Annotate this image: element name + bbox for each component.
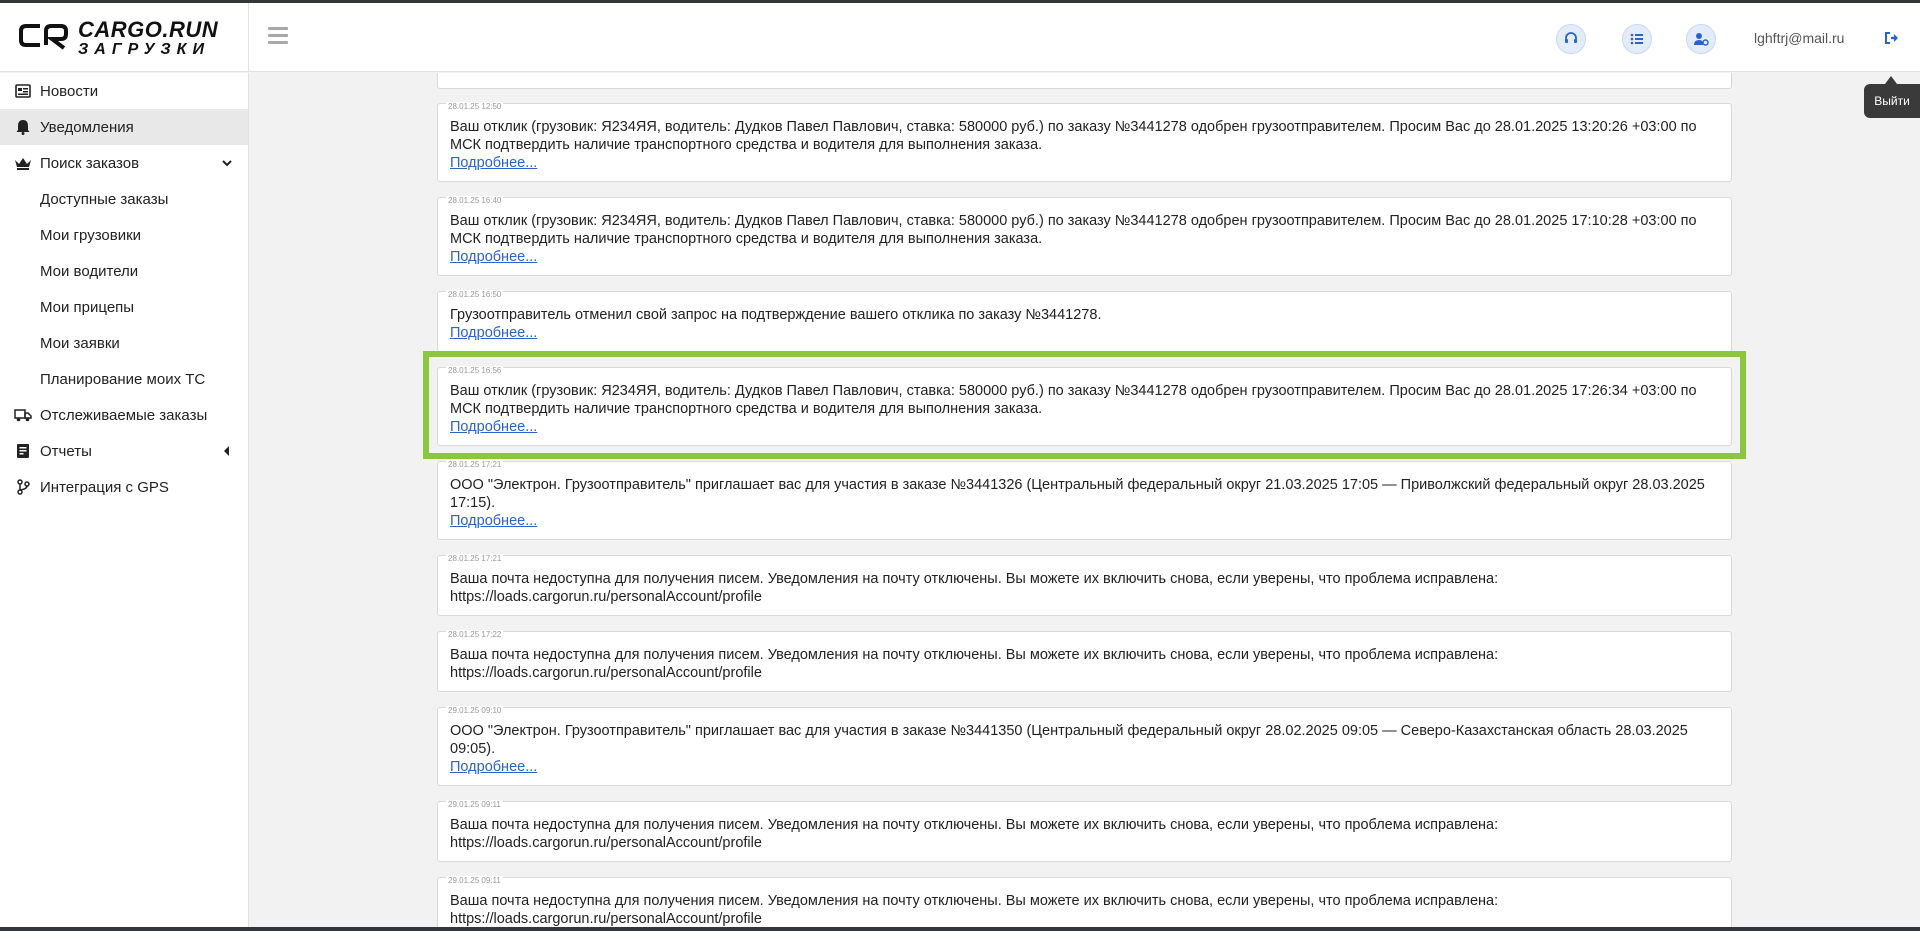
notification-text: Ваша почта недоступна для получения писе…	[450, 893, 1499, 927]
details-link[interactable]: Подробнее...	[450, 154, 537, 172]
crown-icon	[14, 154, 32, 172]
support-icon[interactable]	[1556, 24, 1586, 54]
notification-card: 28.01.25 16:40 Ваш отклик (грузовик: Я23…	[437, 196, 1732, 276]
list-icon[interactable]	[1622, 24, 1652, 54]
notification-text: Ваша почта недоступна для получения писе…	[450, 817, 1499, 851]
sidebar-item-notifications[interactable]: Уведомления	[0, 109, 248, 145]
notification-card: 28.01.25 17:22 Ваша почта недоступна для…	[437, 630, 1732, 692]
notification-timestamp: 28.01.25 16:56	[446, 366, 504, 375]
notification-card: 28.01.25 16:50 Грузоотправитель отменил …	[437, 290, 1732, 352]
notification-timestamp: 28.01.25 16:50	[446, 290, 504, 299]
logo-subtitle: ЗАГРУЗКИ	[78, 40, 210, 58]
chevron-left-icon	[220, 444, 234, 458]
notification-text: Ваш отклик (грузовик: Я234ЯЯ, водитель: …	[450, 119, 1697, 153]
sidebar-item-my-drivers[interactable]: Мои водители	[0, 253, 248, 289]
bell-icon	[14, 118, 32, 136]
logo-mark-icon	[18, 20, 70, 56]
sidebar-item-label: Новости	[40, 82, 99, 100]
sidebar-item-label: Отчеты	[40, 442, 92, 460]
truck-icon	[14, 406, 32, 424]
notifications-feed: 28.01.25 12:50 Ваш отклик (грузовик: Я23…	[250, 73, 1920, 931]
details-link[interactable]: Подробнее...	[450, 512, 537, 530]
notification-text: ООО "Электрон. Грузоотправитель" приглаш…	[450, 477, 1705, 511]
notification-card-highlighted: 28.01.25 16:56 Ваш отклик (грузовик: Я23…	[437, 366, 1732, 446]
details-link[interactable]: Подробнее...	[450, 758, 537, 776]
notification-text: Ваша почта недоступна для получения писе…	[450, 571, 1499, 605]
sidebar-item-available-orders[interactable]: Доступные заказы	[0, 181, 248, 217]
bottom-border	[0, 927, 1920, 931]
notification-card: 28.01.25 17:21 Ваша почта недоступна для…	[437, 554, 1732, 616]
sidebar-item-news[interactable]: Новости	[0, 73, 248, 109]
details-link[interactable]: Подробнее...	[450, 324, 537, 342]
header: CARGO.RUN ЗАГРУЗКИ lghftrj@mail.ru	[0, 3, 1920, 72]
sidebar-item-tracked-orders[interactable]: Отслеживаемые заказы	[0, 397, 248, 433]
chevron-down-icon	[220, 156, 234, 170]
notification-timestamp: 29.01.25 09:11	[446, 800, 503, 809]
sidebar-item-my-trailers[interactable]: Мои прицепы	[0, 289, 248, 325]
user-email[interactable]: lghftrj@mail.ru	[1754, 30, 1844, 46]
notification-text: Грузоотправитель отменил свой запрос на …	[450, 307, 1102, 323]
notification-timestamp: 28.01.25 12:50	[446, 102, 504, 111]
sidebar-item-gps-integration[interactable]: Интеграция с GPS	[0, 469, 248, 505]
user-settings-icon[interactable]	[1686, 24, 1716, 54]
notification-card: 29.01.25 09:11 Ваша почта недоступна для…	[437, 800, 1732, 862]
logo-title: CARGO.RUN	[78, 16, 219, 42]
notification-timestamp: 28.01.25 17:22	[446, 630, 504, 639]
notification-text: ООО "Электрон. Грузоотправитель" приглаш…	[450, 723, 1688, 757]
notification-timestamp: 29.01.25 09:10	[446, 706, 504, 715]
logout-icon[interactable]	[1882, 28, 1902, 48]
sidebar: Новости Уведомления Поиск заказов Доступ…	[0, 73, 249, 931]
sidebar-item-label: Интеграция с GPS	[40, 478, 169, 496]
sidebar-item-reports[interactable]: Отчеты	[0, 433, 248, 469]
notification-card: 29.01.25 09:11 Ваша почта недоступна для…	[437, 876, 1732, 931]
notification-text: Ваш отклик (грузовик: Я234ЯЯ, водитель: …	[450, 383, 1697, 417]
details-link[interactable]: Подробнее...	[450, 418, 537, 436]
notification-text: Ваш отклик (грузовик: Я234ЯЯ, водитель: …	[450, 213, 1697, 247]
sidebar-item-label: Поиск заказов	[40, 154, 140, 172]
notification-timestamp: 28.01.25 16:40	[446, 196, 504, 205]
branch-icon	[14, 478, 32, 496]
notification-text: Ваша почта недоступна для получения писе…	[450, 647, 1499, 681]
notification-card: 28.01.25 17:21 ООО "Электрон. Грузоотпра…	[437, 460, 1732, 540]
notification-timestamp: 28.01.25 17:21	[446, 460, 504, 469]
notification-timestamp: 29.01.25 09:11	[446, 876, 503, 885]
notification-card: 28.01.25 12:50 Ваш отклик (грузовик: Я23…	[437, 102, 1732, 182]
sidebar-item-vehicle-planning[interactable]: Планирование моих ТС	[0, 361, 248, 397]
notification-card-partial	[437, 73, 1732, 89]
details-link[interactable]: Подробнее...	[450, 248, 537, 266]
sidebar-item-order-search[interactable]: Поиск заказов	[0, 145, 248, 181]
sidebar-item-label: Отслеживаемые заказы	[40, 406, 208, 424]
menu-toggle-icon[interactable]	[268, 27, 288, 47]
sidebar-item-my-requests[interactable]: Мои заявки	[0, 325, 248, 361]
report-icon	[14, 442, 32, 460]
header-divider	[248, 3, 249, 72]
notification-card: 29.01.25 09:10 ООО "Электрон. Грузоотпра…	[437, 706, 1732, 786]
sidebar-item-label: Уведомления	[40, 118, 134, 136]
sidebar-item-my-trucks[interactable]: Мои грузовики	[0, 217, 248, 253]
logo[interactable]: CARGO.RUN ЗАГРУЗКИ	[18, 16, 233, 60]
news-icon	[14, 82, 32, 100]
notification-timestamp: 28.01.25 17:21	[446, 554, 504, 563]
